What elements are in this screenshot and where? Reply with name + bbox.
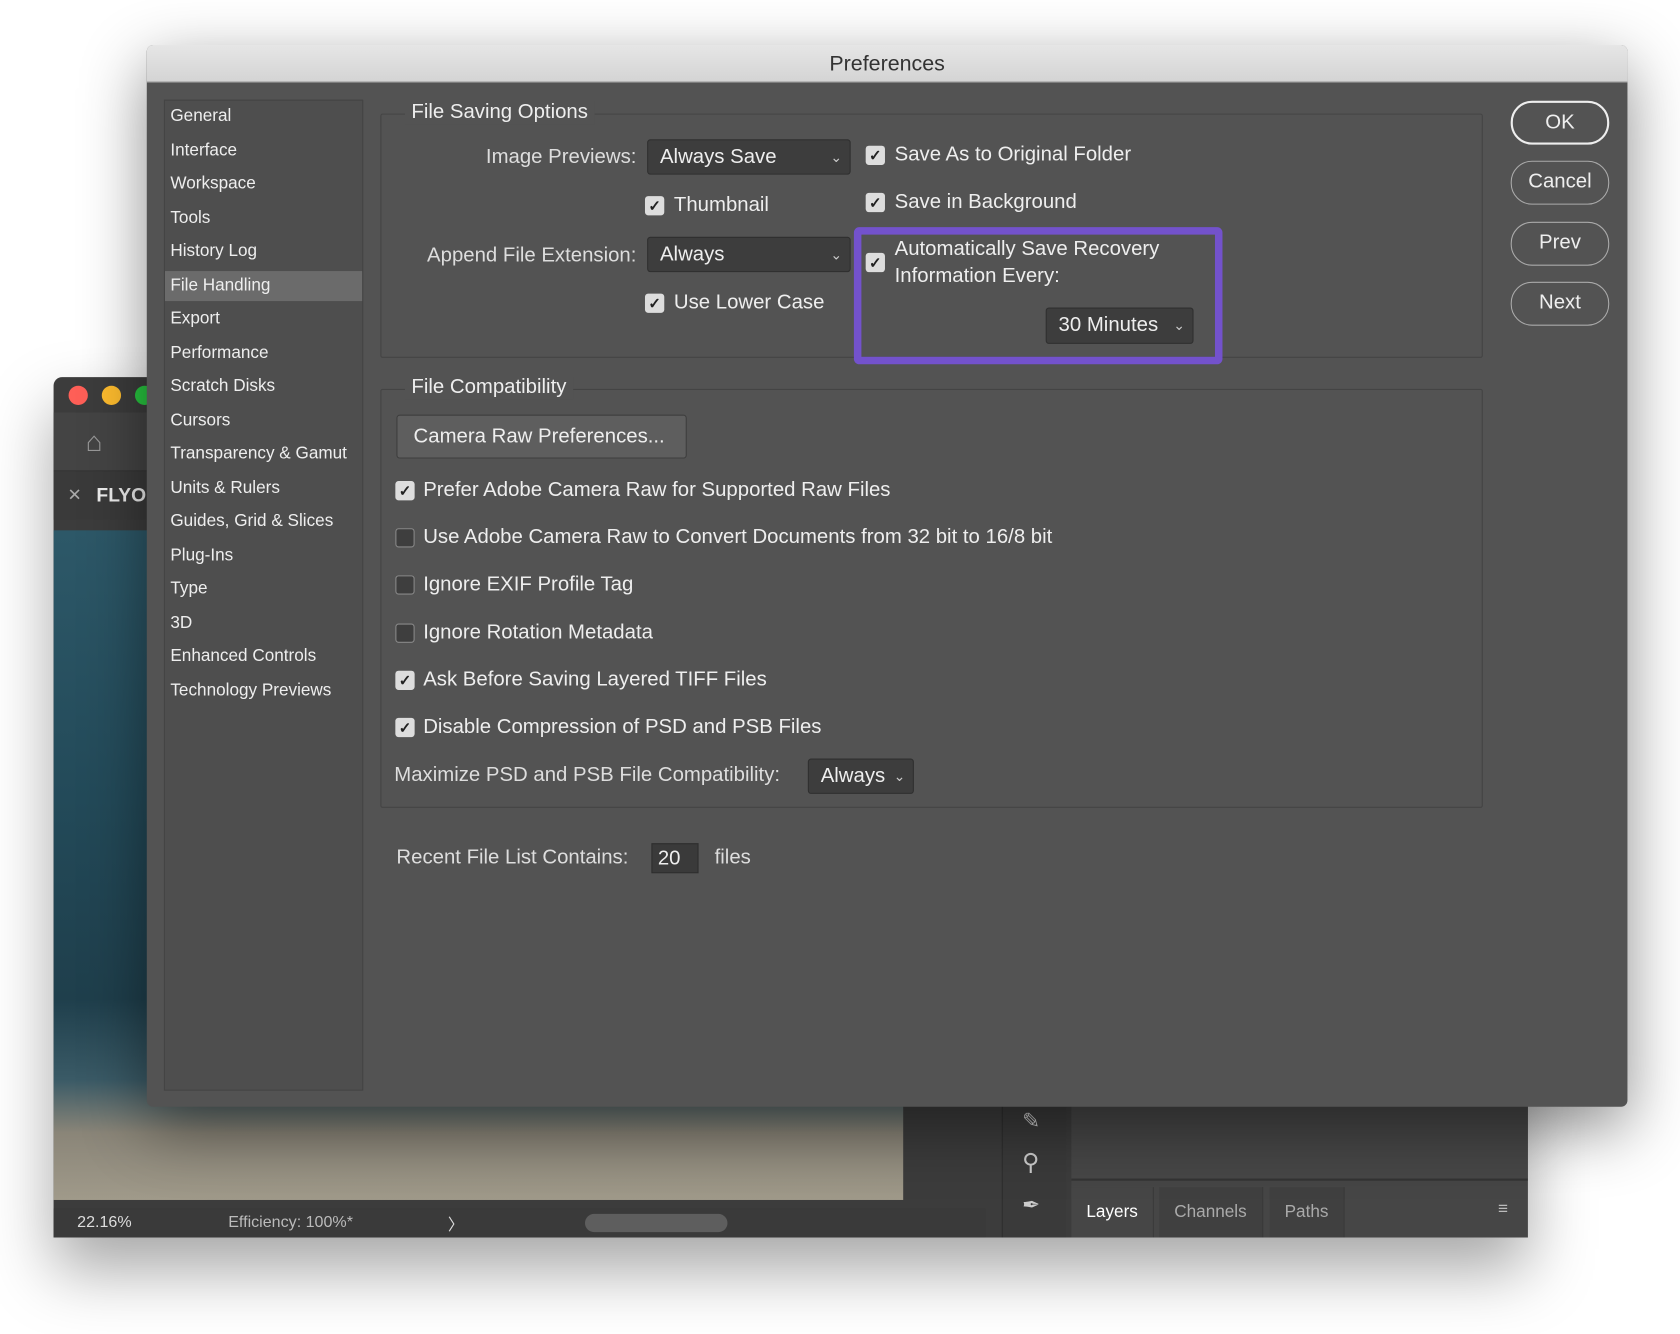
sidebar-item-guides-grid-slices[interactable]: Guides, Grid & Slices	[165, 507, 362, 537]
compat-option-label: Ask Before Saving Layered TIFF Files	[423, 668, 767, 691]
compat-option-checkbox[interactable]	[395, 528, 415, 548]
compat-option-label: Ignore EXIF Profile Tag	[423, 573, 634, 597]
tab-title: FLYO	[96, 484, 147, 506]
cancel-button[interactable]: Cancel	[1510, 160, 1610, 205]
preferences-sidebar: General Interface Workspace Tools History Lo…	[163, 99, 364, 1091]
file-compat-title: File Compatibility	[404, 376, 573, 400]
pen-tool-icon[interactable]: ✒	[1022, 1191, 1040, 1218]
compat-option-label: Disable Compression of PSD and PSB Files	[423, 715, 822, 739]
zoom-level[interactable]: 22.16%	[77, 1213, 132, 1231]
auto-save-checkbox[interactable]: ✓	[865, 252, 885, 273]
sidebar-item-performance[interactable]: Performance	[165, 338, 362, 368]
compat-option-checkbox[interactable]: ✓	[395, 717, 415, 738]
compat-option-checkbox[interactable]	[395, 575, 415, 596]
image-previews-select[interactable]: Always Save ⌄	[647, 139, 851, 175]
maximize-compat-label: Maximize PSD and PSB File Compatibility:	[394, 763, 781, 787]
sidebar-item-units-rulers[interactable]: Units & Rulers	[165, 473, 362, 503]
panel-menu-icon[interactable]: ≡	[1498, 1200, 1508, 1219]
recent-files-input[interactable]: 20	[651, 843, 699, 874]
status-bar: 22.16% Efficiency: 100%* 〉	[53, 1208, 986, 1238]
tools-panel: ✎ ⚲ ✒	[1001, 1105, 1067, 1238]
sidebar-item-interface[interactable]: Interface	[165, 136, 362, 166]
chevron-down-icon: ⌄	[893, 768, 906, 785]
prev-button[interactable]: Prev	[1510, 221, 1610, 266]
sidebar-item-transparency-gamut[interactable]: Transparency & Gamut	[165, 439, 362, 469]
lower-case-checkbox[interactable]: ✓	[644, 293, 665, 313]
compat-option-label: Ignore Rotation Metadata	[423, 620, 653, 644]
append-ext-select[interactable]: Always ⌄	[647, 236, 851, 273]
chevron-down-icon: ⌄	[1173, 317, 1185, 334]
sidebar-item-export[interactable]: Export	[165, 304, 362, 334]
auto-save-interval-value: 30 Minutes	[1058, 313, 1159, 337]
sidebar-item-enhanced-controls[interactable]: Enhanced Controls	[165, 642, 362, 672]
lower-case-label: Use Lower Case	[673, 291, 825, 314]
append-ext-label: Append File Extension:	[427, 244, 637, 267]
horizontal-scrollbar[interactable]	[584, 1213, 728, 1233]
auto-save-label-line2: Information Every:	[894, 264, 1060, 288]
ok-button[interactable]: OK	[1510, 100, 1610, 145]
close-tab-icon[interactable]: ✕	[67, 484, 81, 505]
auto-save-interval-select[interactable]: 30 Minutes ⌄	[1045, 307, 1194, 344]
close-window-button[interactable]	[68, 385, 88, 405]
sidebar-item-3d[interactable]: 3D	[165, 608, 362, 638]
camera-raw-preferences-button[interactable]: Camera Raw Preferences...	[396, 414, 687, 459]
recent-files-unit: files	[714, 846, 751, 869]
minimize-window-button[interactable]	[101, 385, 122, 405]
preferences-dialog: Preferences General Interface Workspace Too…	[146, 44, 1628, 1107]
sidebar-item-tools[interactable]: Tools	[165, 203, 362, 233]
tab-paths[interactable]: Paths	[1269, 1187, 1345, 1238]
maximize-compat-select[interactable]: Always ⌄	[807, 758, 914, 794]
thumbnail-checkbox[interactable]: ✓	[644, 196, 665, 216]
home-icon[interactable]: ⌂	[86, 425, 103, 458]
compat-option-checkbox[interactable]	[395, 623, 415, 643]
sidebar-item-cursors[interactable]: Cursors	[165, 406, 362, 436]
dialog-title: Preferences	[146, 44, 1628, 83]
zoom-tool-icon[interactable]: ⚲	[1022, 1149, 1039, 1177]
brush-tool-icon[interactable]: ✎	[1022, 1108, 1040, 1135]
image-previews-label: Image Previews:	[485, 145, 637, 169]
chevron-down-icon: ⌄	[830, 148, 843, 165]
sidebar-item-plug-ins[interactable]: Plug-Ins	[165, 541, 362, 571]
next-button[interactable]: Next	[1510, 281, 1610, 326]
image-previews-value: Always Save	[659, 145, 777, 169]
save-original-folder-checkbox[interactable]: ✓	[865, 145, 885, 165]
chevron-down-icon: ⌄	[830, 246, 843, 263]
tab-channels[interactable]: Channels	[1159, 1187, 1263, 1238]
sidebar-item-scratch-disks[interactable]: Scratch Disks	[165, 372, 362, 402]
sidebar-item-type[interactable]: Type	[165, 574, 362, 604]
layers-panel: Layers Channels Paths ≡	[1071, 1105, 1528, 1238]
save-background-label: Save in Background	[894, 190, 1077, 214]
sidebar-item-file-handling[interactable]: File Handling	[164, 270, 363, 301]
compat-option-label: Use Adobe Camera Raw to Convert Document…	[423, 526, 1053, 549]
auto-save-label-line1: Automatically Save Recovery	[894, 237, 1160, 261]
sidebar-item-technology-previews[interactable]: Technology Previews	[165, 676, 362, 706]
maximize-compat-value: Always	[820, 764, 886, 788]
compat-option-checkbox[interactable]: ✓	[395, 670, 415, 690]
save-background-checkbox[interactable]: ✓	[865, 192, 885, 213]
file-saving-title: File Saving Options	[404, 100, 595, 125]
sidebar-item-general[interactable]: General	[165, 102, 362, 132]
tab-layers[interactable]: Layers	[1071, 1187, 1154, 1238]
compat-option-label: Prefer Adobe Camera Raw for Supported Ra…	[423, 478, 891, 502]
efficiency-readout: Efficiency: 100%*	[228, 1212, 353, 1232]
sidebar-item-workspace[interactable]: Workspace	[165, 169, 362, 199]
recent-files-label: Recent File List Contains:	[396, 846, 629, 869]
append-ext-value: Always	[659, 243, 725, 266]
chevron-right-icon[interactable]: 〉	[448, 1213, 464, 1235]
thumbnail-label: Thumbnail	[673, 193, 769, 217]
sidebar-item-history-log[interactable]: History Log	[165, 237, 362, 267]
compat-option-checkbox[interactable]: ✓	[395, 481, 415, 501]
save-original-folder-label: Save As to Original Folder	[894, 143, 1132, 167]
